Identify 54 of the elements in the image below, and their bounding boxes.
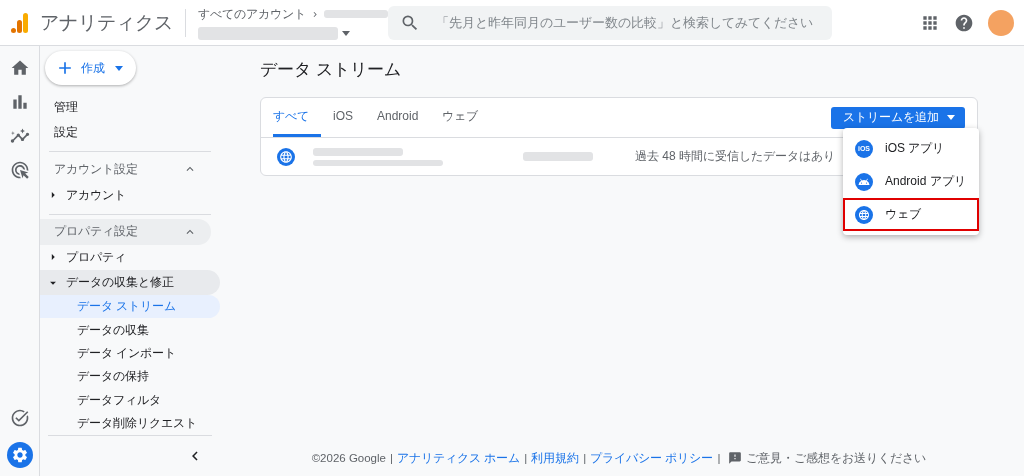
- tab[interactable]: すべて: [273, 98, 321, 137]
- sidebar-item[interactable]: データ ストリーム: [40, 295, 220, 319]
- separator: |: [583, 452, 587, 464]
- section-header[interactable]: プロパティ設定: [40, 218, 211, 245]
- cursor-target-icon[interactable]: [9, 160, 30, 180]
- tab[interactable]: iOS: [333, 98, 365, 137]
- tab[interactable]: ウェブ: [442, 98, 491, 137]
- create-button[interactable]: 作成: [45, 51, 136, 85]
- stream-status: 過去 48 時間に受信したデータはあり: [635, 148, 835, 165]
- sidebar-item[interactable]: データの収集: [40, 318, 220, 342]
- home-icon[interactable]: [9, 58, 30, 78]
- caret-icon: [947, 115, 955, 120]
- sidebar-group[interactable]: データの収集と修正: [40, 269, 220, 296]
- feedback-icon[interactable]: [728, 451, 743, 465]
- app-title: アナリティクス: [40, 8, 186, 37]
- section-header[interactable]: アカウント設定: [40, 156, 211, 183]
- sidebar-item[interactable]: 管理: [40, 95, 220, 121]
- help-icon[interactable]: [954, 12, 974, 33]
- footer-link[interactable]: 利用規約: [531, 450, 580, 466]
- separator: |: [524, 452, 528, 464]
- sidebar-item[interactable]: データ削除リクエスト: [40, 411, 220, 435]
- breadcrumb: すべてのアカウント: [198, 5, 306, 23]
- add-stream-button[interactable]: ストリームを追加: [831, 106, 965, 129]
- menu-item[interactable]: Android アプリ: [843, 165, 979, 198]
- page-title: データ ストリーム: [260, 59, 402, 81]
- group-label: アカウント: [66, 186, 126, 204]
- tab[interactable]: Android: [377, 98, 431, 137]
- blurred-account-name: [324, 10, 388, 18]
- feedback-link[interactable]: ご意見・ご感想をお送りください: [746, 450, 927, 466]
- separator: |: [717, 452, 721, 464]
- caret-icon[interactable]: [342, 30, 350, 36]
- separator: |: [389, 452, 393, 464]
- menu-item[interactable]: ウェブ: [843, 198, 979, 231]
- blurred-stream-id: [523, 152, 593, 161]
- trend-icon[interactable]: [9, 126, 30, 146]
- settings-icon[interactable]: [6, 442, 33, 468]
- section-title: プロパティ設定: [54, 223, 138, 241]
- globe-icon: [277, 147, 295, 166]
- sidebar-group[interactable]: プロパティ: [40, 244, 220, 270]
- footer-link[interactable]: プライバシー ポリシー: [590, 450, 714, 466]
- section-title: アカウント設定: [54, 160, 138, 178]
- copyright: ©2026 Google: [311, 452, 386, 464]
- sidebar-item[interactable]: データの保持: [40, 365, 220, 389]
- group-label: プロパティ: [66, 248, 126, 266]
- caret-icon: [115, 65, 123, 71]
- sidebar-item[interactable]: 設定: [40, 120, 220, 146]
- sidebar-item[interactable]: データフィルタ: [40, 388, 220, 412]
- globe-icon: [855, 205, 873, 224]
- group-label: データの収集と修正: [66, 274, 174, 292]
- footer-link[interactable]: アナリティクス ホーム: [396, 450, 521, 466]
- android-icon: [855, 172, 873, 191]
- sidebar-group[interactable]: アカウント: [40, 182, 220, 208]
- search-field[interactable]: 「先月と昨年同月のユーザー数の比較」と検索してみてください: [388, 5, 832, 40]
- sidebar-item[interactable]: データ インポート: [40, 341, 220, 366]
